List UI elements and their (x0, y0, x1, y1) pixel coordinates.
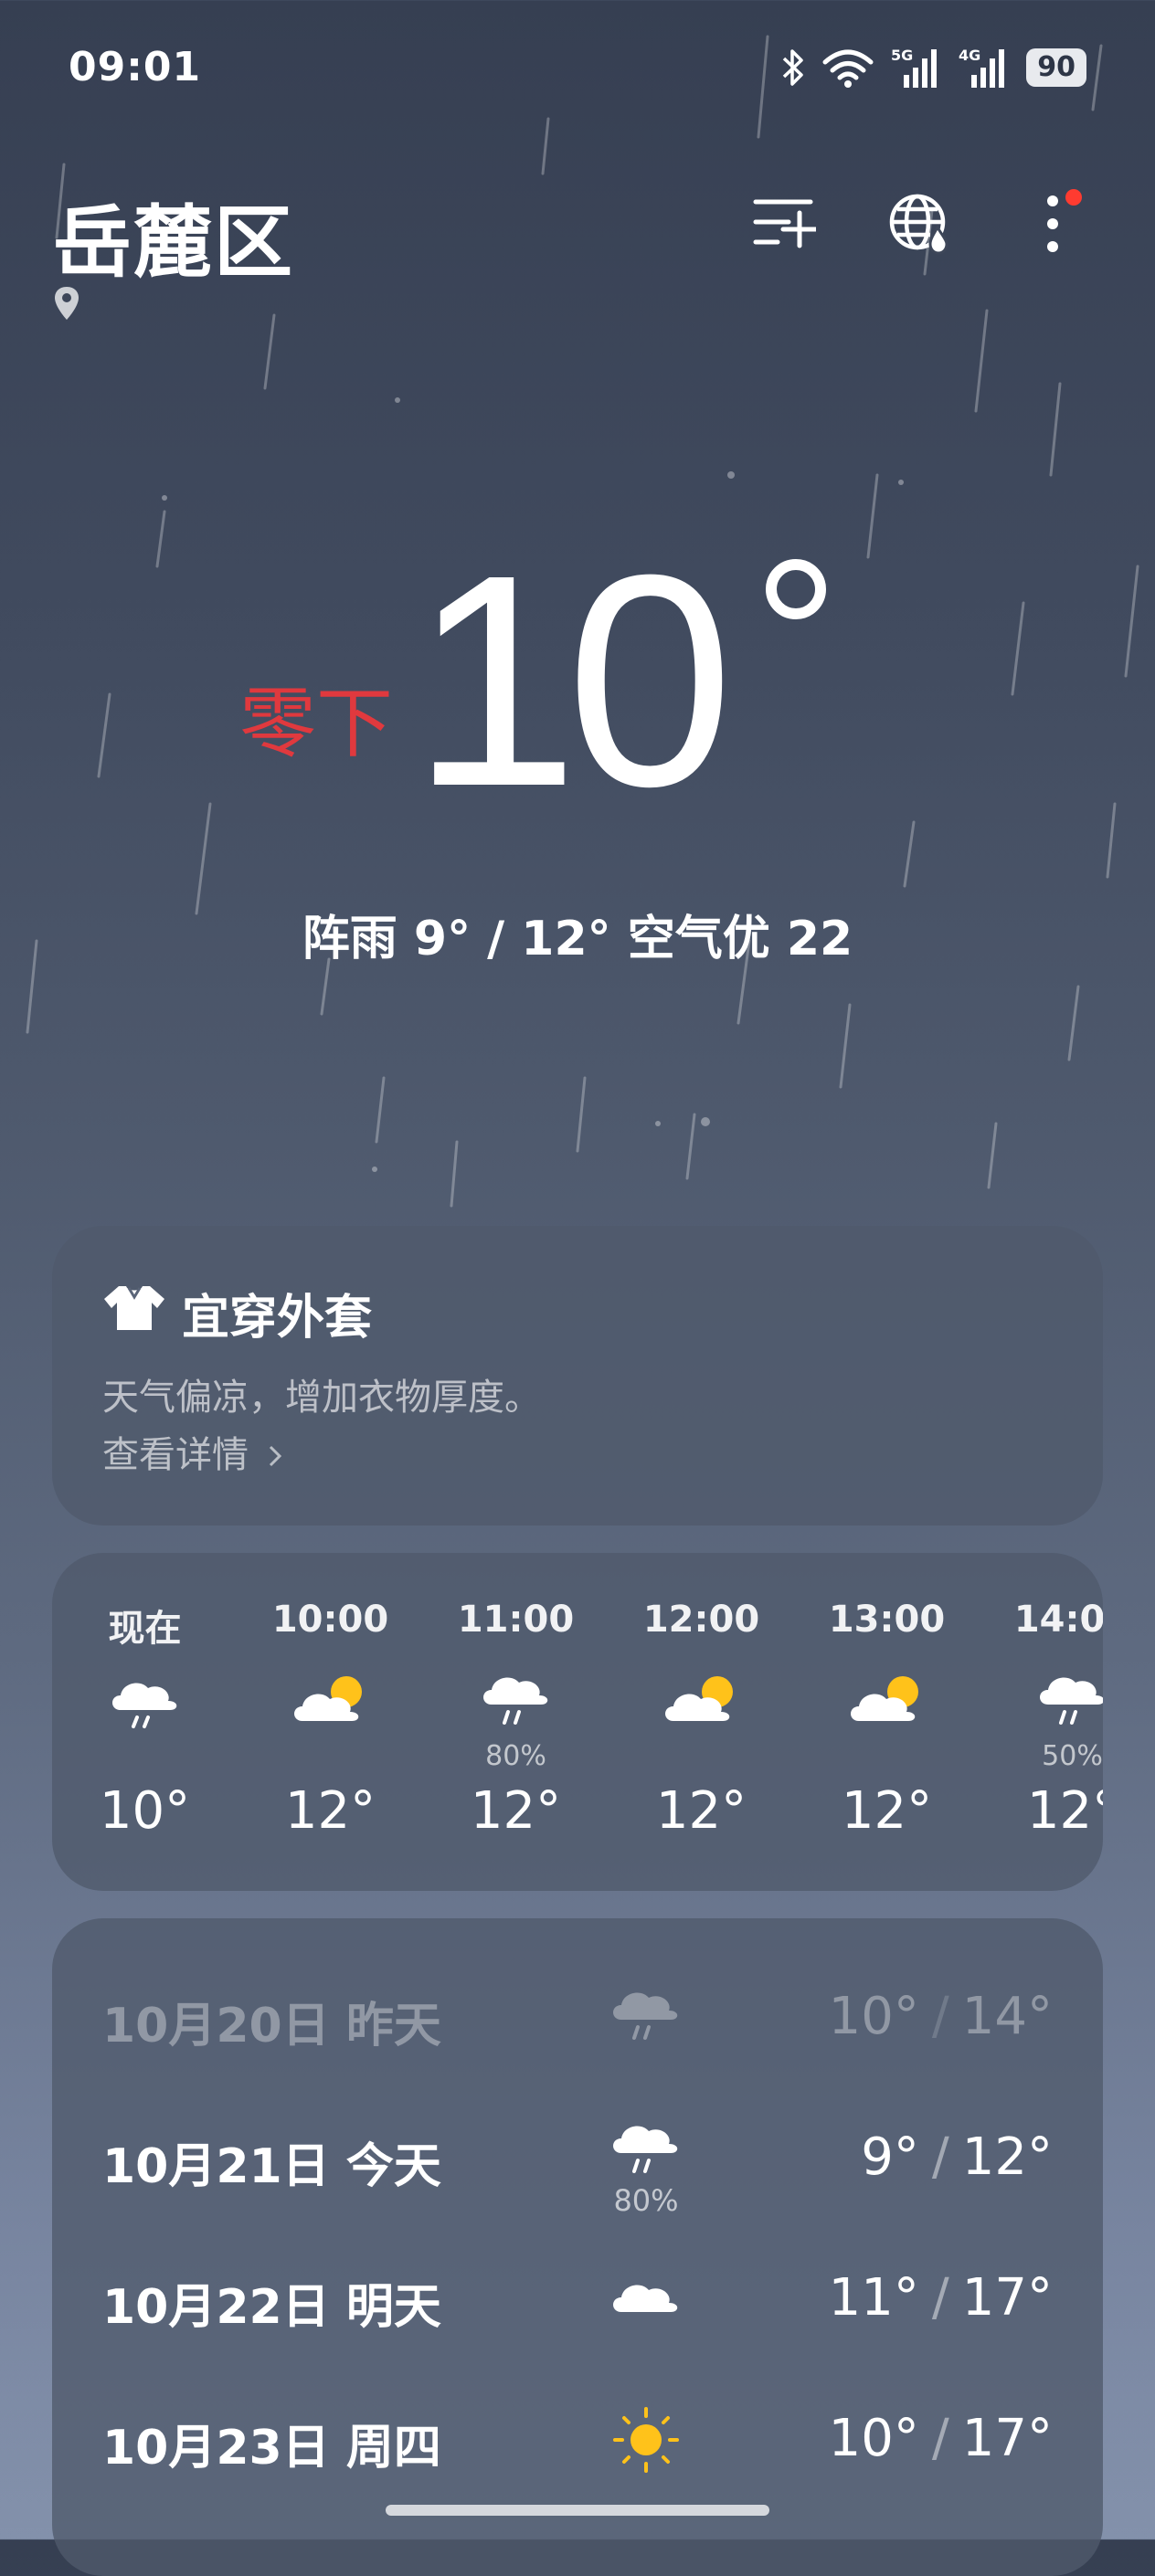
day-date: 10月23日 周四 (102, 2421, 441, 2476)
rain-cloud-icon (482, 1677, 547, 1725)
more-vertical-icon (1047, 195, 1058, 252)
degree-symbol (766, 559, 826, 619)
day-temperature-range: 10°/14° (828, 1987, 1053, 2046)
hour-label: 12:00 (642, 1599, 760, 1641)
rain-cloud-icon (613, 2126, 678, 2173)
jacket-icon (104, 1286, 164, 1330)
hourly-item[interactable]: 11:00 80% 12° (423, 1553, 609, 1891)
hour-label: 现在 (108, 1608, 182, 1650)
hourly-forecast-card[interactable]: 现在 10° 10:00 12° 11:00 80% 12° 12:00 12°… (52, 1553, 1103, 1891)
hour-label: 13:00 (828, 1599, 946, 1641)
hourly-item[interactable]: 10:00 12° (238, 1553, 423, 1891)
global-weather-button[interactable] (883, 187, 956, 260)
location-pin-icon (55, 287, 79, 320)
status-icons: 5G 4G 90 (781, 46, 1086, 90)
view-details-label: 查看详情 (102, 1434, 249, 1476)
precipitation-probability: 80% (613, 2183, 679, 2218)
daily-row[interactable]: 10月22日 明天 11°/17° (52, 2218, 1103, 2355)
day-date: 10月21日 今天 (102, 2139, 441, 2194)
view-details-link[interactable]: 查看详情 (102, 1425, 284, 1478)
hour-label: 14:00 (1013, 1599, 1103, 1641)
signal-4g-icon: 4G (959, 47, 1005, 88)
hourly-item[interactable]: 14:00 50% 12° (980, 1553, 1103, 1891)
list-add-icon (753, 199, 816, 248)
signal-5g-icon: 5G (891, 47, 938, 88)
low-temperature: 10° (828, 2409, 919, 2468)
hour-temperature: 12° (284, 1781, 376, 1841)
city-name[interactable]: 岳麓区 (53, 178, 294, 292)
weather-summary[interactable]: 阵雨 9° / 12° 空气优 22 (0, 900, 1155, 968)
hourly-item[interactable]: 现在 10° (52, 1553, 238, 1891)
high-temperature: 17° (961, 2268, 1053, 2328)
hour-label: 10:00 (271, 1599, 389, 1641)
partly-sunny-icon (664, 1676, 733, 1721)
hour-temperature: 12° (655, 1781, 747, 1841)
day-temperature-range: 11°/17° (828, 2268, 1053, 2328)
precipitation-probability: 80% (485, 1740, 546, 1772)
svg-text:5G: 5G (891, 47, 913, 64)
rain-cloud-icon (111, 1683, 176, 1728)
high-temperature: 12° (961, 2127, 1053, 2187)
city-list-button[interactable] (747, 187, 821, 260)
svg-text:4G: 4G (959, 47, 980, 64)
cloud-icon (613, 2285, 678, 2312)
precipitation-probability: 50% (1042, 1740, 1103, 1772)
sub-zero-label: 零下 (239, 679, 394, 768)
hour-temperature: 12° (470, 1781, 562, 1841)
hour-temperature: 12° (841, 1781, 933, 1841)
daily-row[interactable]: 10月21日 今天 80% 9°/12° (52, 2077, 1103, 2218)
rain-cloud-icon (1039, 1677, 1103, 1725)
partly-sunny-icon (850, 1676, 918, 1721)
more-menu-button[interactable] (1016, 187, 1089, 260)
hour-temperature: 12° (1026, 1781, 1103, 1841)
day-temperature-range: 10°/17° (828, 2409, 1053, 2468)
home-indicator[interactable] (386, 2505, 769, 2516)
high-temperature: 14° (961, 1987, 1053, 2046)
daily-row[interactable]: 10月20日 昨天 10°/14° (52, 1937, 1103, 2074)
low-temperature: 10° (828, 1987, 919, 2046)
bluetooth-icon (783, 49, 803, 86)
current-temperature: 10 (411, 512, 734, 849)
daily-row[interactable]: 10月23日 周四 10°/17° (52, 2359, 1103, 2496)
wifi-icon (822, 49, 874, 88)
status-bar: 09:01 5G 4G 90 (0, 0, 1155, 137)
globe-rain-icon (889, 194, 948, 255)
hour-temperature: 10° (99, 1781, 191, 1841)
high-temperature: 17° (961, 2409, 1053, 2468)
hour-label: 11:00 (457, 1599, 575, 1641)
partly-sunny-icon (293, 1676, 362, 1721)
notification-dot (1065, 189, 1082, 206)
clothing-advice-card[interactable]: 宜穿外套 天气偏凉，增加衣物厚度。 查看详情 (52, 1226, 1103, 1526)
advice-title: 宜穿外套 (182, 1291, 373, 1346)
low-temperature: 9° (861, 2127, 919, 2187)
battery-indicator: 90 (1026, 48, 1086, 87)
hourly-item[interactable]: 12:00 12° (609, 1553, 794, 1891)
low-temperature: 11° (828, 2268, 919, 2328)
day-date: 10月22日 明天 (102, 2280, 441, 2335)
hourly-item[interactable]: 13:00 12° (794, 1553, 980, 1891)
daily-forecast-card[interactable]: 10月20日 昨天 10°/14° 10月21日 今天 80% 9°/12° 1… (52, 1918, 1103, 2576)
advice-description: 天气偏凉，增加衣物厚度。 (102, 1377, 541, 1419)
day-date: 10月20日 昨天 (102, 1999, 441, 2053)
status-time: 09:01 (69, 44, 202, 90)
day-temperature-range: 9°/12° (861, 2127, 1053, 2187)
chevron-right-icon (269, 1445, 281, 1467)
sun-icon (613, 2407, 679, 2473)
rain-cloud-icon (613, 1992, 678, 2040)
